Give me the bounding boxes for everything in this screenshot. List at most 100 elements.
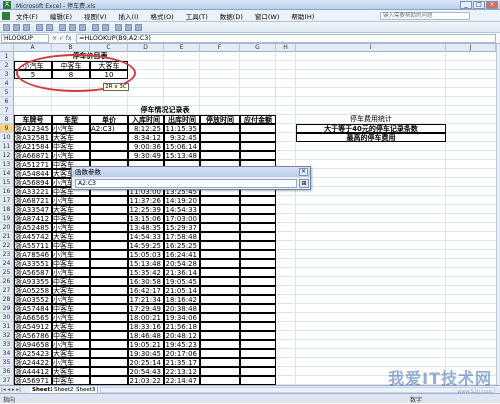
row-header[interactable]: 23: [0, 250, 14, 259]
row-header[interactable]: 5: [0, 88, 14, 97]
record-cell[interactable]: 浙A33221: [14, 187, 52, 196]
paste-icon[interactable]: [79, 24, 86, 31]
record-cell[interactable]: 16:30:58: [128, 277, 164, 286]
record-cell[interactable]: 大客车: [52, 349, 90, 358]
record-cell[interactable]: [90, 358, 128, 367]
record-cell[interactable]: 21:05:14: [164, 286, 200, 295]
record-cell[interactable]: 大客车: [52, 322, 90, 331]
record-cell[interactable]: 17:21:34: [128, 295, 164, 304]
record-cell[interactable]: 22:13:12: [164, 367, 200, 376]
record-cell[interactable]: 14:19:20: [164, 196, 200, 205]
record-cell[interactable]: 小汽车: [52, 250, 90, 259]
record-cell[interactable]: 浙A68721: [14, 196, 52, 205]
row-header[interactable]: 15: [0, 178, 14, 187]
record-cell[interactable]: 大客车: [52, 232, 90, 241]
record-cell[interactable]: [200, 142, 240, 151]
record-cell[interactable]: 中客车: [52, 331, 90, 340]
record-cell[interactable]: [240, 205, 276, 214]
row-header[interactable]: 1: [0, 52, 14, 61]
record-cell[interactable]: 21:56:18: [164, 322, 200, 331]
record-cell[interactable]: [240, 142, 276, 151]
record-cell[interactable]: 中客车: [52, 277, 90, 286]
record-cell[interactable]: 小汽车: [52, 124, 90, 133]
vertical-scrollbar[interactable]: [496, 44, 500, 385]
record-cell[interactable]: 浙A56786: [14, 331, 52, 340]
record-cell[interactable]: 20:17:06: [164, 349, 200, 358]
row-header[interactable]: 13: [0, 160, 14, 169]
record-cell[interactable]: [240, 259, 276, 268]
record-cell[interactable]: 20:25:14: [128, 358, 164, 367]
record-cell[interactable]: 浙A03552: [14, 295, 52, 304]
record-cell[interactable]: [90, 313, 128, 322]
record-cell[interactable]: 17:58:48: [164, 232, 200, 241]
record-cell[interactable]: 16:25:25: [164, 241, 200, 250]
record-cell[interactable]: 20:54:43: [128, 367, 164, 376]
row-header[interactable]: 22: [0, 241, 14, 250]
record-cell[interactable]: [90, 304, 128, 313]
record-cell[interactable]: [240, 286, 276, 295]
record-cell[interactable]: 16:42:17: [128, 286, 164, 295]
record-cell[interactable]: 20:38:48: [164, 304, 200, 313]
record-cell[interactable]: [90, 205, 128, 214]
column-header-e[interactable]: E: [164, 44, 200, 52]
column-header-f[interactable]: F: [200, 44, 240, 52]
record-cell[interactable]: [90, 223, 128, 232]
record-cell[interactable]: 小汽车: [52, 223, 90, 232]
record-cell[interactable]: 15:06:14: [164, 142, 200, 151]
record-cell[interactable]: [200, 205, 240, 214]
record-cell[interactable]: 浙A32581: [14, 133, 52, 142]
record-cell[interactable]: [90, 259, 128, 268]
row-header[interactable]: 27: [0, 286, 14, 295]
record-cell[interactable]: 浙A94658: [14, 340, 52, 349]
record-cell[interactable]: [240, 196, 276, 205]
row-header[interactable]: 4: [0, 79, 14, 88]
row-header[interactable]: 21: [0, 232, 14, 241]
save-icon[interactable]: [23, 24, 30, 31]
record-cell[interactable]: 15:35:42: [128, 268, 164, 277]
row-header[interactable]: 10: [0, 133, 14, 142]
column-header-h[interactable]: H: [276, 44, 296, 52]
record-cell[interactable]: [240, 250, 276, 259]
record-cell[interactable]: 浙A52485: [14, 223, 52, 232]
record-cell[interactable]: 浙A25423: [14, 349, 52, 358]
record-cell[interactable]: 小汽车: [52, 340, 90, 349]
menu-file[interactable]: 文件(F): [16, 11, 38, 21]
record-cell[interactable]: 浙A05258: [14, 286, 52, 295]
record-cell[interactable]: 13:15:06: [128, 214, 164, 223]
record-cell[interactable]: 浙A33547: [14, 205, 52, 214]
record-cell[interactable]: 中客车: [52, 142, 90, 151]
row-header[interactable]: 33: [0, 340, 14, 349]
record-cell[interactable]: 小汽车: [52, 196, 90, 205]
record-cell[interactable]: 小汽车: [52, 313, 90, 322]
record-cell[interactable]: 20:54:28: [164, 259, 200, 268]
help-search-input[interactable]: 键入需要帮助的问题: [380, 12, 470, 20]
record-cell[interactable]: 浙A66871: [14, 151, 52, 160]
record-cell[interactable]: [240, 223, 276, 232]
record-cell[interactable]: [200, 124, 240, 133]
record-cell[interactable]: 18:33:16: [128, 322, 164, 331]
dialog-expand-icon[interactable]: ⊞: [299, 179, 309, 188]
record-cell[interactable]: [200, 376, 240, 385]
row-header[interactable]: 19: [0, 214, 14, 223]
record-cell[interactable]: 15:13:48: [164, 151, 200, 160]
record-cell[interactable]: [200, 268, 240, 277]
record-cell[interactable]: [90, 142, 128, 151]
record-cell[interactable]: 20:48:12: [164, 331, 200, 340]
record-cell[interactable]: 11:37:26: [128, 196, 164, 205]
workbook-icon[interactable]: [2, 11, 10, 20]
record-cell[interactable]: 小汽车: [52, 358, 90, 367]
restore-button[interactable]: □: [473, 1, 485, 9]
record-cell[interactable]: 19:05:45: [164, 277, 200, 286]
record-cell[interactable]: [200, 151, 240, 160]
row-header[interactable]: 29: [0, 304, 14, 313]
column-header-g[interactable]: G: [240, 44, 276, 52]
close-button[interactable]: ×: [486, 1, 498, 9]
record-cell[interactable]: [90, 322, 128, 331]
row-header[interactable]: 8: [0, 115, 14, 124]
record-cell[interactable]: 浙A56587: [14, 268, 52, 277]
column-header-i[interactable]: I: [296, 44, 446, 52]
column-header-a[interactable]: A: [14, 44, 52, 52]
record-cell[interactable]: [90, 250, 128, 259]
record-cell[interactable]: [90, 277, 128, 286]
record-cell[interactable]: [240, 358, 276, 367]
